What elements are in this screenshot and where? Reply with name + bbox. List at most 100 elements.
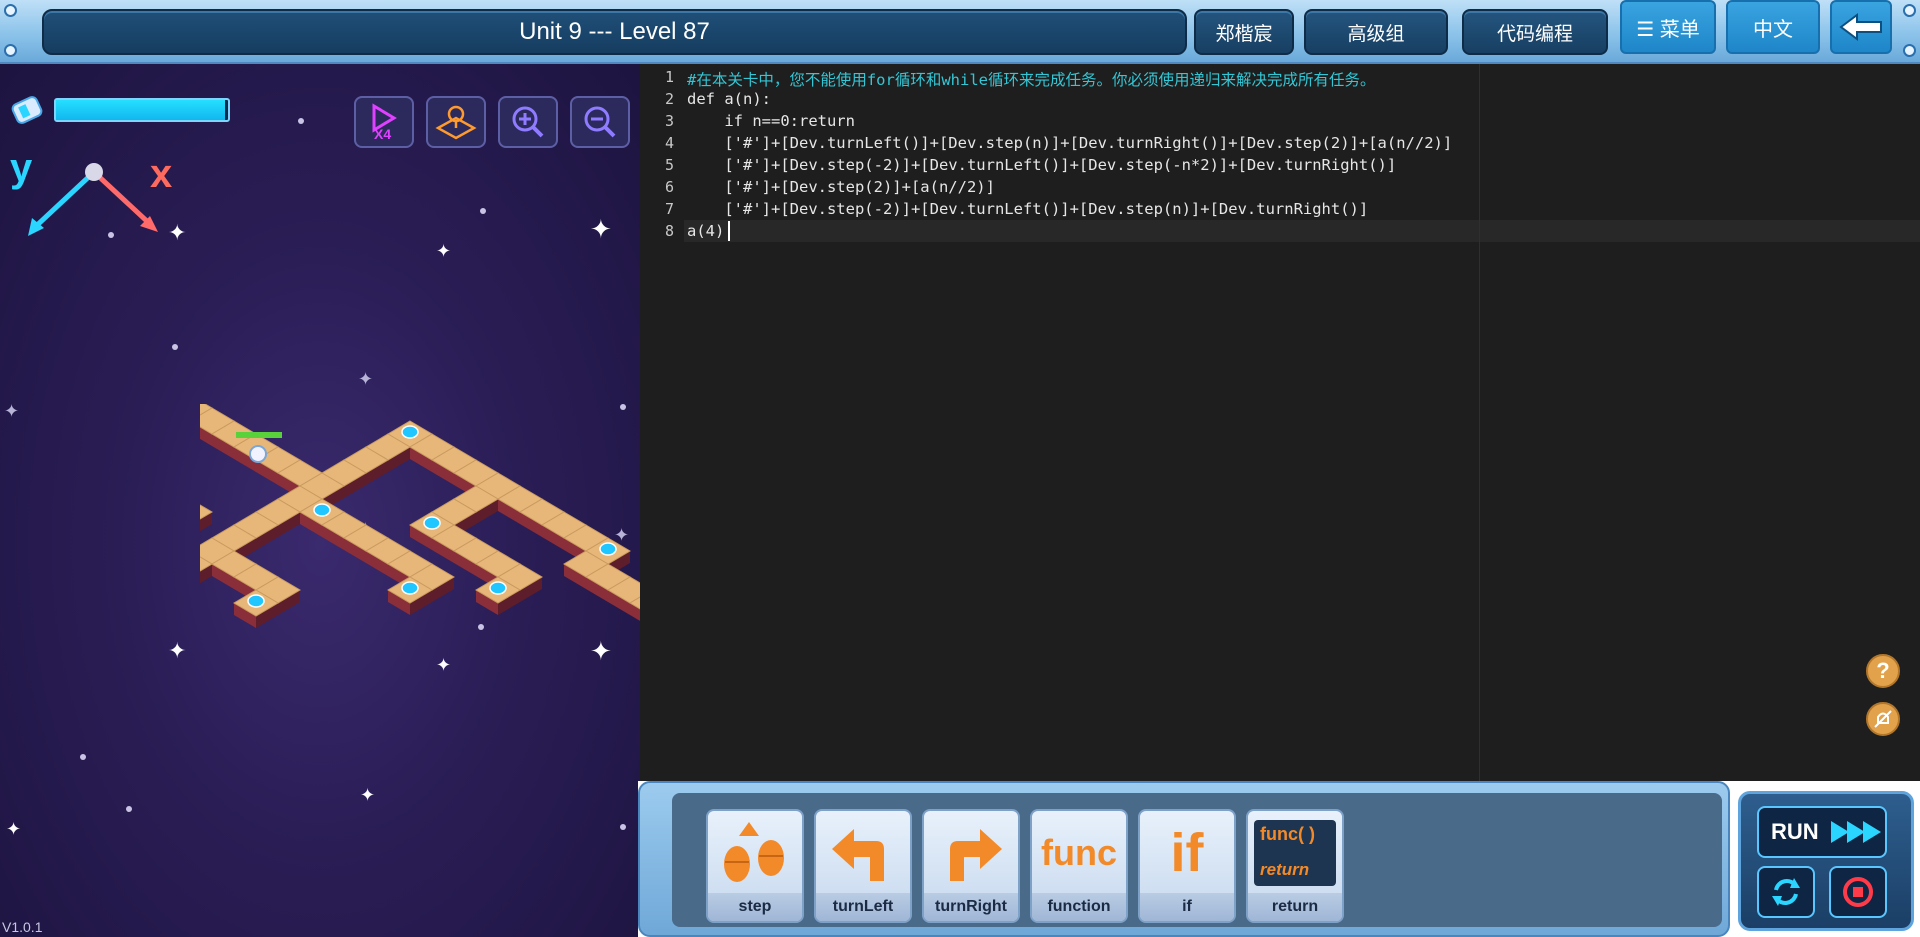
energy-bar [54, 98, 230, 122]
line-number: 8 [664, 222, 674, 240]
crystal-gem-icon [247, 594, 265, 608]
turn-right-arrow-icon [924, 811, 1018, 895]
zoom-in-icon [512, 106, 544, 138]
code-line[interactable]: a(4) [687, 222, 724, 240]
code-line[interactable]: if n==0:return [687, 112, 855, 130]
block-label: turnRight [924, 893, 1018, 921]
block-if[interactable]: if if [1138, 809, 1236, 923]
func-icon: func [1032, 811, 1126, 895]
block-turnright[interactable]: turnRight [922, 809, 1020, 923]
crystal-gem-icon [401, 425, 419, 439]
help-button[interactable]: ? [1866, 654, 1900, 688]
active-line-highlight [684, 220, 1920, 242]
block-label: function [1032, 893, 1126, 921]
back-button[interactable] [1830, 0, 1892, 54]
block-label: step [708, 893, 802, 921]
zoom-out-icon [584, 106, 616, 138]
language-button[interactable]: 中文 [1726, 0, 1820, 54]
text-cursor [728, 221, 730, 241]
blocks-tray: step turnLeft turnRight func function if… [672, 793, 1722, 927]
footsteps-icon [708, 811, 802, 895]
fast-forward-icon [1830, 821, 1881, 843]
line-number: 2 [664, 90, 674, 108]
code-line[interactable]: ['#']+[Dev.step(-2)]+[Dev.turnLeft()]+[D… [687, 156, 1396, 174]
turn-left-arrow-icon [816, 811, 910, 895]
print-margin [1479, 64, 1480, 781]
stop-button[interactable] [1829, 866, 1887, 918]
star-dot [620, 824, 626, 830]
crystal-gem-icon [401, 581, 419, 595]
code-line[interactable]: ['#']+[Dev.step(-2)]+[Dev.turnLeft()]+[D… [687, 200, 1368, 218]
speed-button[interactable]: X4 [354, 96, 414, 148]
line-number: 3 [664, 112, 674, 130]
code-line[interactable]: ['#']+[Dev.turnLeft()]+[Dev.step(n)]+[De… [687, 134, 1452, 152]
block-step[interactable]: step [706, 809, 804, 923]
crystal-gem-icon [599, 542, 617, 556]
mute-button[interactable] [1866, 702, 1900, 736]
run-label: RUN [1771, 819, 1819, 844]
block-label: if [1140, 893, 1234, 921]
star: ✦ [6, 819, 22, 839]
line-number: 4 [664, 134, 674, 152]
star: ✦ [168, 220, 187, 245]
command-block-panel: step turnLeft turnRight func function if… [638, 781, 1920, 937]
user-name-button[interactable]: 郑楷宸 [1194, 9, 1294, 55]
block-function[interactable]: func function [1030, 809, 1128, 923]
zoom-in-button[interactable] [498, 96, 558, 148]
map-pin-icon [435, 105, 477, 140]
speed-label: X4 [374, 126, 392, 142]
top-bar: Unit 9 --- Level 87 郑楷宸 高级组 代码编程 ☰ 菜单 中文 [0, 0, 1920, 64]
if-icon-text: if [1170, 823, 1204, 883]
menu-button[interactable]: ☰ 菜单 [1620, 0, 1716, 54]
code-line[interactable]: def a(n): [687, 90, 771, 108]
map-view-button[interactable] [426, 96, 486, 148]
line-number: 5 [664, 156, 674, 174]
mode-button[interactable]: 代码编程 [1462, 9, 1608, 55]
block-label: return [1248, 893, 1342, 921]
func-icon-text: func [1041, 832, 1117, 873]
star-dot [126, 806, 132, 812]
stop-icon [1843, 877, 1873, 907]
isometric-level-map [200, 404, 640, 628]
robot-avatar [249, 445, 267, 463]
block-turnleft[interactable]: turnLeft [814, 809, 912, 923]
group-button[interactable]: 高级组 [1304, 9, 1448, 55]
refresh-icon [1772, 878, 1800, 906]
star: ✦ [436, 241, 452, 261]
crystal-gem-icon [313, 503, 331, 517]
crystal-gem-icon [489, 581, 507, 595]
help-icon: ? [1876, 658, 1890, 683]
robot-health-bar [236, 432, 282, 438]
star-dot [298, 118, 304, 124]
code-line[interactable]: #在本关卡中，您不能使用for循环和while循环来完成任务。你必须使用递归来解… [687, 68, 1376, 90]
axis-indicator [28, 163, 158, 236]
corner-rivet [1903, 44, 1916, 57]
line-number: 6 [664, 178, 674, 196]
reset-button[interactable] [1757, 866, 1815, 918]
if-icon: if [1140, 811, 1234, 895]
star: ✦ [590, 214, 612, 244]
return-icon-top: func( ) [1260, 824, 1315, 844]
blocks-frame: step turnLeft turnRight func function if… [638, 781, 1730, 937]
level-title: Unit 9 --- Level 87 [42, 9, 1187, 55]
run-button[interactable]: RUN [1757, 806, 1887, 858]
energy-fill [56, 100, 225, 120]
code-line[interactable]: ['#']+[Dev.step(2)]+[a(n//2)] [687, 178, 995, 196]
game-viewport[interactable]: ✦ ✦ ✦ ✦ ✦ ✦ ✦ ✦ ✦ ✦ ✦ ✦ X4 [0, 64, 640, 937]
corner-rivet [4, 4, 17, 17]
block-label: turnLeft [816, 893, 910, 921]
line-number-gutter: 1 2 3 4 5 6 7 8 [640, 64, 684, 781]
func-return-icon: func( ) return [1248, 811, 1342, 895]
bell-muted-icon [1874, 710, 1892, 728]
block-return[interactable]: func( ) return return [1246, 809, 1344, 923]
corner-rivet [4, 44, 17, 57]
code-editor[interactable]: 1 2 3 4 5 6 7 8 #在本关卡中，您不能使用for循环和while循… [640, 64, 1920, 781]
crystal-gem-icon [423, 516, 441, 530]
star-dot [480, 208, 486, 214]
zoom-out-button[interactable] [570, 96, 630, 148]
line-number: 7 [664, 200, 674, 218]
star-dot [80, 754, 86, 760]
return-icon-bottom: return [1260, 860, 1310, 879]
star: ✦ [4, 401, 20, 421]
corner-rivet [1903, 4, 1916, 17]
